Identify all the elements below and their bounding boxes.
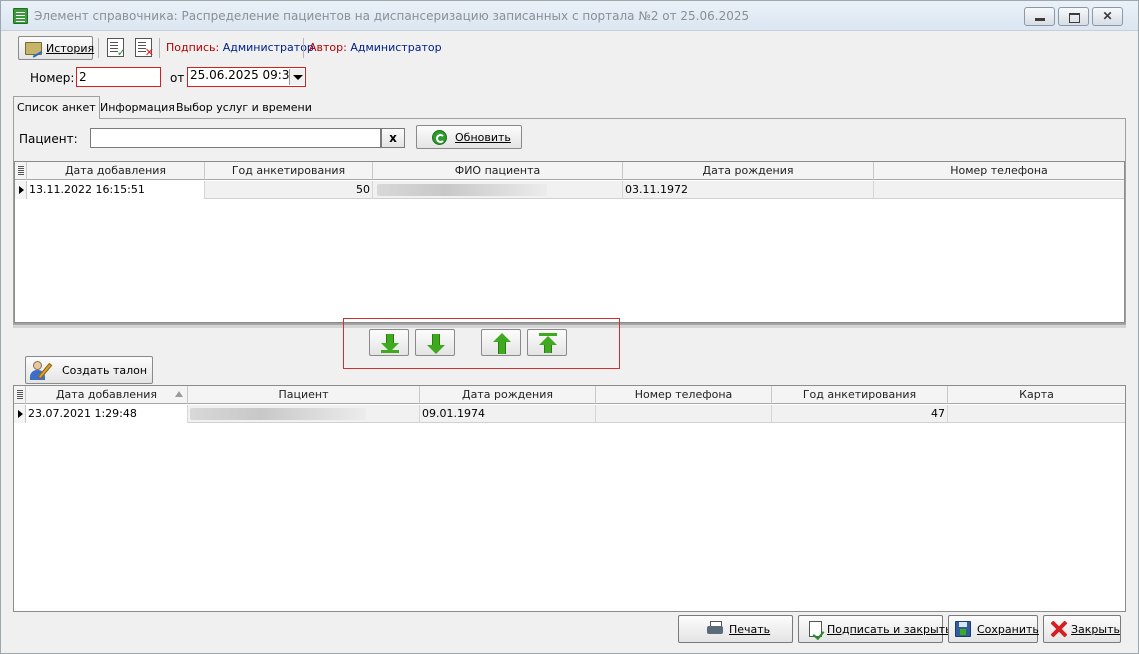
redacted-name [377,184,547,196]
minimize-button[interactable] [1024,7,1055,26]
cell-survey-year: 50 [205,181,373,199]
printer-icon [707,621,723,637]
table-row[interactable]: 23.07.2021 1:29:48 09.01.1974 47 [14,405,1125,423]
close-window-button[interactable]: ✕ [1092,7,1123,26]
chevron-down-icon[interactable] [289,69,304,85]
refresh-button[interactable]: Обновить [416,125,522,149]
cell-card [948,405,1125,423]
cell-phone [596,405,772,423]
toolbar-separator [159,38,160,58]
toolbar: История ✓ ✕ Подпись: Администратор Автор… [2,32,1137,63]
toolbar-separator [98,38,99,58]
row-indicator-icon [15,181,27,199]
survey-table-header: Дата добавления Год анкетирования ФИО па… [15,162,1124,180]
patient-search-input[interactable] [90,128,381,148]
column-header[interactable]: Дата добавления [27,162,205,180]
cell-phone [874,181,1124,199]
history-button[interactable]: История [18,36,95,60]
history-label: История [46,42,95,55]
unsign-document-icon: ✕ [135,38,154,58]
from-label: от [170,71,185,85]
app-icon [13,8,28,24]
sign-document-button[interactable]: ✓ [103,36,127,60]
save-icon [955,621,971,637]
create-ticket-button[interactable]: Создать талон [25,356,153,384]
column-header[interactable]: Дата добавления [26,386,188,404]
sort-asc-icon [175,391,183,397]
sign-document-icon: ✓ [107,38,126,58]
tab-strip: Список анкет Информация Выбор услуг и вр… [13,96,1126,119]
tab-information[interactable]: Информация [97,99,178,118]
app-window: Элемент справочника: Распределение пацие… [0,0,1139,654]
author-value: Администратор [350,41,442,54]
author-info: Автор: Администратор [309,41,442,54]
cell-survey-year: 47 [772,405,948,423]
close-icon: ✕ [1102,9,1113,23]
column-header[interactable]: Год анкетирования [205,162,373,180]
unsign-document-button[interactable]: ✕ [131,36,155,60]
author-key: Автор: [309,41,347,54]
signature-key: Подпись: [166,41,220,54]
history-icon [25,42,42,55]
cell-added: 23.07.2021 1:29:48 [26,405,188,423]
column-header[interactable]: Пациент [188,386,420,404]
maximize-button[interactable] [1058,7,1089,26]
refresh-icon [432,130,447,145]
tab-services-time[interactable]: Выбор услуг и времени [173,99,315,118]
column-header[interactable]: ФИО пациента [373,162,623,180]
create-ticket-label: Создать талон [62,364,148,377]
create-ticket-icon [30,360,58,382]
column-header[interactable]: Год анкетирования [772,386,948,404]
tab-survey-list[interactable]: Список анкет [13,96,100,119]
ticket-table: Дата добавления Пациент Дата рождения Но… [13,385,1126,612]
close-icon [1050,620,1068,638]
cell-patient [188,405,420,423]
column-header[interactable]: Дата рождения [623,162,874,180]
close-button[interactable]: Закрыть [1043,615,1121,643]
cell-added: 13.11.2022 16:15:51 [27,181,205,199]
toolbar-separator [303,38,304,58]
move-up-button[interactable] [481,329,521,356]
cell-patient-name [373,181,623,199]
clear-patient-button[interactable]: x [381,128,405,148]
column-header[interactable]: Номер телефона [874,162,1124,180]
survey-table: Дата добавления Год анкетирования ФИО па… [14,161,1125,323]
patient-label: Пациент: [19,132,78,146]
signature-value: Администратор [222,41,314,54]
title-bar: Элемент справочника: Распределение пацие… [1,1,1138,31]
cell-birth-date: 09.01.1974 [420,405,596,423]
number-label: Номер: [30,71,75,85]
redacted-name [190,408,366,420]
print-label: Печать [729,623,771,636]
column-chooser-icon[interactable] [14,386,26,404]
row-indicator-icon [14,405,26,423]
save-button[interactable]: Сохранить [948,615,1039,643]
column-header[interactable]: Дата рождения [420,386,596,404]
close-label: Закрыть [1071,623,1120,636]
number-input[interactable] [76,67,161,87]
move-down-button[interactable] [415,329,455,356]
save-label: Сохранить [977,623,1039,636]
column-header[interactable]: Номер телефона [596,386,772,404]
move-all-down-button[interactable] [369,329,409,356]
tab-panel-survey-list: Пациент: x Обновить Дата добавления Год … [13,118,1126,324]
move-all-up-button[interactable] [527,329,567,356]
signature-info: Подпись: Администратор [166,41,314,54]
column-chooser-icon[interactable] [15,162,27,180]
window-title: Элемент справочника: Распределение пацие… [34,9,750,23]
cell-birth-date: 03.11.1972 [623,181,874,199]
ticket-table-header: Дата добавления Пациент Дата рождения Но… [14,386,1125,404]
column-header[interactable]: Карта [948,386,1125,404]
sign-and-close-button[interactable]: Подписать и закрыть [798,615,952,643]
sign-and-close-label: Подписать и закрыть [827,623,952,636]
sign-document-icon [809,621,822,637]
table-row[interactable]: 13.11.2022 16:15:51 50 03.11.1972 [15,181,1124,199]
print-button[interactable]: Печать [678,615,793,643]
refresh-label: Обновить [455,131,511,144]
